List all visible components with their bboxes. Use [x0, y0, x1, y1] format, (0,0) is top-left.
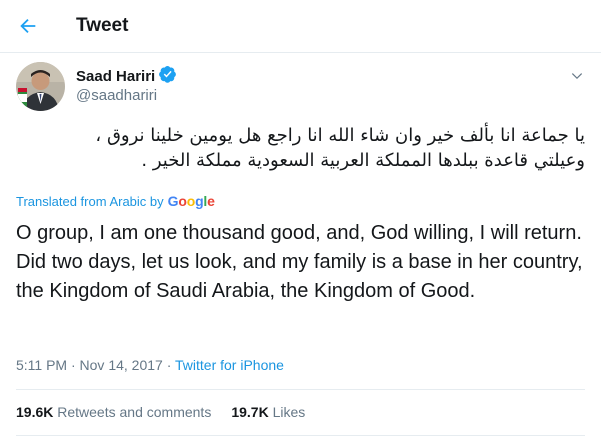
- page-title: Tweet: [76, 15, 129, 36]
- chevron-down-icon[interactable]: [566, 65, 588, 87]
- divider: [16, 389, 585, 390]
- author-handle[interactable]: @saadhariri: [76, 87, 157, 104]
- tweet-arabic-line-1: يا جماعة انا بألف خير وان شاء الله انا ر…: [95, 125, 585, 146]
- top-bar: Tweet: [0, 0, 601, 53]
- author-name-text: Saad Hariri: [76, 67, 156, 85]
- retweets-label: Retweets and comments: [57, 404, 212, 420]
- retweets-count: 19.6K: [16, 404, 54, 420]
- verified-badge-icon: [159, 65, 177, 87]
- back-arrow-icon[interactable]: [16, 14, 40, 38]
- translated-label: Translated from Arabic by: [16, 193, 164, 209]
- likes-stat[interactable]: 19.7K Likes: [231, 404, 305, 420]
- tweet-translation-text: O group, I am one thousand good, and, Go…: [16, 222, 583, 302]
- likes-count: 19.7K: [231, 404, 269, 420]
- tweet-timestamp[interactable]: 5:11 PM · Nov 14, 2017 ·: [16, 357, 175, 373]
- likes-label: Likes: [272, 404, 306, 420]
- retweets-stat[interactable]: 19.6K Retweets and comments: [16, 404, 211, 420]
- author-name[interactable]: Saad Hariri: [76, 65, 177, 87]
- avatar[interactable]: [16, 62, 65, 111]
- translation-attribution[interactable]: Translated from Arabic by Google: [16, 193, 215, 209]
- tweet-stats: 19.6K Retweets and comments 19.7K Likes: [16, 404, 305, 420]
- tweet-original-text: يا جماعة انا بألف خير وان شاء الله انا ر…: [16, 123, 585, 173]
- tweet-metadata: 5:11 PM · Nov 14, 2017 · Twitter for iPh…: [16, 357, 284, 373]
- tweet-source-link[interactable]: Twitter for iPhone: [175, 357, 284, 373]
- google-logo: Google: [167, 193, 215, 209]
- tweet-arabic-line-2: وعيلتي قاعدة ببلدها المملكة العربية السع…: [141, 150, 585, 171]
